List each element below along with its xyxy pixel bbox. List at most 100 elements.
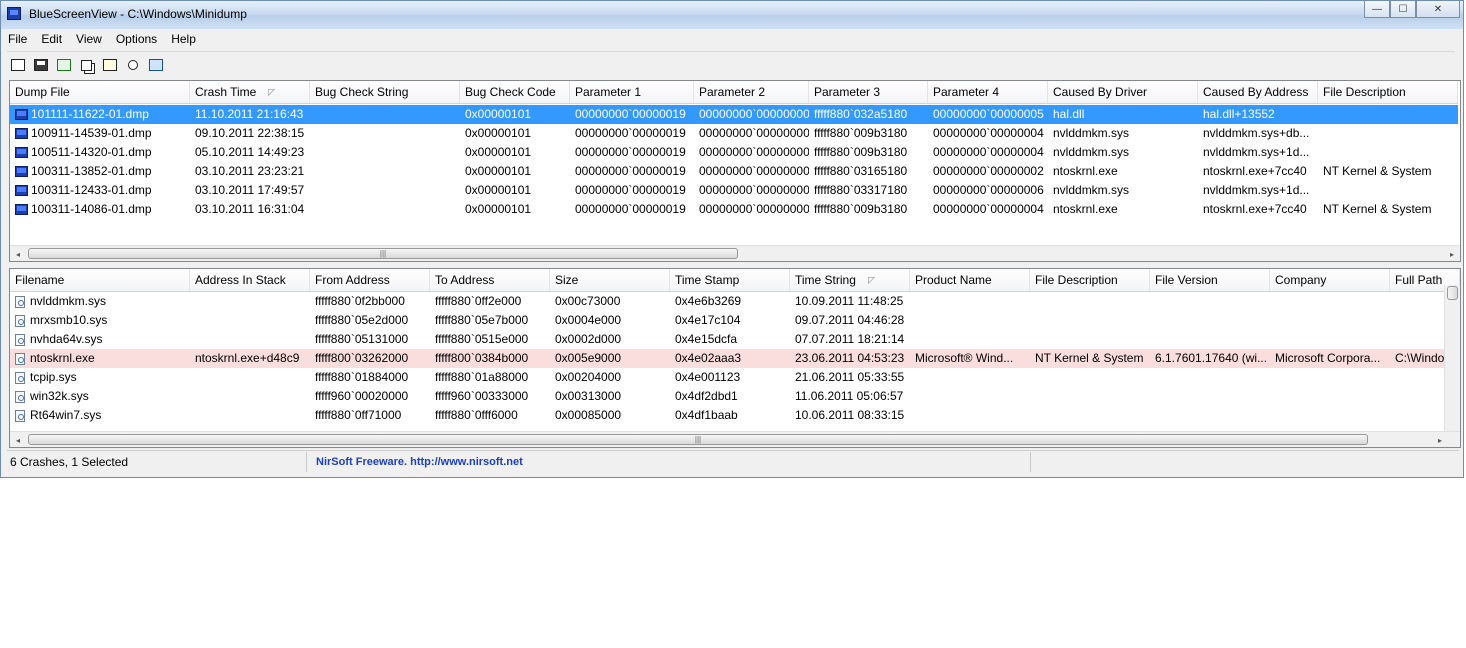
module-list-vscrollbar[interactable]: [1444, 285, 1460, 431]
cell-product-name: [910, 368, 1030, 387]
cell-to-address: fffff880`0ff2e000: [435, 294, 522, 308]
find-button[interactable]: [122, 55, 143, 75]
crash-row[interactable]: 100311-12433-01.dmp 03.10.2011 17:49:57 0x…: [10, 181, 1458, 200]
cell-company: [1270, 387, 1390, 406]
dump-file-icon: [15, 185, 28, 196]
crash-row[interactable]: 101111-11622-01.dmp 11.10.2011 21:16:43 0x…: [10, 105, 1458, 124]
cell-file-description: [1030, 406, 1150, 425]
sort-indicator-icon: ◸: [268, 87, 275, 97]
cell-time-stamp: 0x4df1baab: [675, 408, 738, 422]
scroll-right-arrow[interactable]: ▸: [1444, 246, 1460, 261]
cell-parameter-1: 00000000`00000019: [575, 145, 686, 159]
column-header-crash-time[interactable]: Crash Time ◸: [190, 81, 310, 103]
copy-icon: [81, 59, 92, 71]
menu-file[interactable]: File: [1, 29, 34, 50]
cell-bug-check-code: 0x00000101: [465, 145, 532, 159]
cell-parameter-4: 00000000`00000002: [933, 164, 1044, 178]
column-header-parameter-3[interactable]: Parameter 3: [809, 81, 928, 103]
column-header-file-description[interactable]: File Description: [1030, 269, 1150, 291]
cell-dump-file: 100311-13852-01.dmp: [10, 162, 190, 181]
scroll-left-arrow[interactable]: ◂: [10, 432, 26, 447]
module-file-icon: [15, 390, 25, 403]
column-header-filename[interactable]: Filename: [10, 269, 190, 291]
scroll-left-arrow[interactable]: ◂: [10, 246, 26, 261]
column-header-product-name[interactable]: Product Name: [910, 269, 1030, 291]
column-header-parameter-4[interactable]: Parameter 4: [928, 81, 1048, 103]
column-header-bug-check-string[interactable]: Bug Check String: [310, 81, 460, 103]
column-header-parameter-1[interactable]: Parameter 1: [570, 81, 694, 103]
cell-product-name: [910, 406, 1030, 425]
menu-options[interactable]: Options: [109, 29, 164, 50]
column-header-to-address[interactable]: To Address: [430, 269, 550, 291]
column-header-caused-by-driver[interactable]: Caused By Driver: [1048, 81, 1198, 103]
refresh-button[interactable]: [53, 55, 74, 75]
column-header-caused-by-address[interactable]: Caused By Address: [1198, 81, 1318, 103]
column-header-address-in-stack[interactable]: Address In Stack: [190, 269, 310, 291]
menu-edit[interactable]: Edit: [34, 29, 69, 50]
close-button[interactable]: ✕: [1416, 1, 1460, 18]
exit-button[interactable]: [145, 55, 166, 75]
column-header-bug-check-code[interactable]: Bug Check Code: [460, 81, 570, 103]
module-row[interactable]: win32k.sys fffff960`00020000 fffff960`0033…: [10, 387, 1460, 406]
status-bar: 6 Crashes, 1 Selected NirSoft Freeware. …: [7, 450, 1459, 473]
menu-view[interactable]: View: [69, 29, 109, 50]
column-header-company[interactable]: Company: [1270, 269, 1390, 291]
cell-parameter-4: 00000000`00000006: [933, 183, 1044, 197]
module-list[interactable]: Filename Address In Stack From Address To A…: [9, 268, 1461, 448]
cell-to-address: fffff800`0384b000: [435, 351, 529, 365]
hscroll-thumb[interactable]: |||: [28, 248, 738, 259]
column-header-time-stamp[interactable]: Time Stamp: [670, 269, 790, 291]
cell-file-version: [1150, 387, 1270, 406]
column-header-file-description[interactable]: File Description: [1318, 81, 1458, 103]
crash-row[interactable]: 100911-14539-01.dmp 09.10.2011 22:38:15 0x…: [10, 124, 1458, 143]
copy-button[interactable]: [76, 55, 97, 75]
cell-bug-check-code: 0x00000101: [465, 107, 532, 121]
cell-file-version: [1150, 292, 1270, 311]
cell-parameter-1: 00000000`00000019: [575, 126, 686, 140]
column-header-label: Company: [1275, 273, 1327, 287]
cell-parameter-4: 00000000`00000005: [933, 107, 1044, 121]
crash-row[interactable]: 100311-13852-01.dmp 03.10.2011 23:23:21 0x…: [10, 162, 1458, 181]
column-header-parameter-2[interactable]: Parameter 2: [694, 81, 809, 103]
module-row[interactable]: nvhda64v.sys fffff880`05131000 fffff880`05…: [10, 330, 1460, 349]
column-header-from-address[interactable]: From Address: [310, 269, 430, 291]
cell-bug-check-string: [310, 143, 460, 162]
cell-parameter-3: fffff880`009b3180: [814, 126, 908, 140]
cell-text: 100311-14086-01.dmp: [31, 202, 152, 216]
scroll-right-arrow[interactable]: ▸: [1432, 432, 1448, 447]
html-report-button[interactable]: [7, 55, 28, 75]
column-header-file-version[interactable]: File Version: [1150, 269, 1270, 291]
crash-row[interactable]: 100511-14320-01.dmp 05.10.2011 14:49:23 0x…: [10, 143, 1458, 162]
column-header-time-string[interactable]: Time String ◸: [790, 269, 910, 291]
module-row[interactable]: nvlddmkm.sys fffff880`0f2bb000 fffff880`0f…: [10, 292, 1460, 311]
menu-bar: File Edit View Options Help: [1, 29, 1463, 50]
module-list-hscrollbar[interactable]: ◂ ||| ▸: [10, 431, 1460, 447]
column-header-dump-file[interactable]: Dump File: [10, 81, 190, 103]
bluescreen-app-icon: [7, 7, 21, 20]
title-bar[interactable]: BlueScreenView - C:\Windows\Minidump — ☐…: [1, 1, 1463, 29]
menu-help[interactable]: Help: [164, 29, 203, 50]
column-header-size[interactable]: Size: [550, 269, 670, 291]
module-row[interactable]: ntoskrnl.exe ntoskrnl.exe+d48c9 fffff800`0…: [10, 349, 1460, 368]
properties-button[interactable]: [99, 55, 120, 75]
module-row[interactable]: Rt64win7.sys fffff880`0ff71000 fffff880`0f…: [10, 406, 1460, 425]
module-row[interactable]: tcpip.sys fffff880`01884000 fffff880`01a88…: [10, 368, 1460, 387]
crash-row[interactable]: 100311-14086-01.dmp 03.10.2011 16:31:04 0x…: [10, 200, 1458, 219]
save-button[interactable]: [30, 55, 51, 75]
column-header-label: Parameter 4: [933, 85, 1000, 99]
find-icon: [127, 60, 138, 70]
cell-product-name: [910, 330, 1030, 349]
crash-list-hscrollbar[interactable]: ◂ ||| ▸: [10, 245, 1460, 261]
minimize-button[interactable]: —: [1364, 1, 1390, 18]
crash-list[interactable]: Dump File Crash Time ◸ Bug Check String Bug …: [9, 80, 1461, 262]
nirsoft-link[interactable]: NirSoft Freeware. http://www.nirsoft.net: [307, 452, 1031, 472]
status-count: 6 Crashes, 1 Selected: [7, 452, 307, 472]
cell-parameter-3: fffff880`009b3180: [814, 145, 908, 159]
module-row[interactable]: mrxsmb10.sys fffff880`05e2d000 fffff880`05…: [10, 311, 1460, 330]
module-file-icon: [15, 314, 25, 327]
vscroll-thumb[interactable]: [1447, 286, 1458, 300]
maximize-button[interactable]: ☐: [1390, 1, 1416, 18]
cell-file-description: [1318, 143, 1458, 162]
cell-text: 100511-14320-01.dmp: [31, 145, 152, 159]
hscroll-thumb[interactable]: |||: [28, 434, 1368, 445]
